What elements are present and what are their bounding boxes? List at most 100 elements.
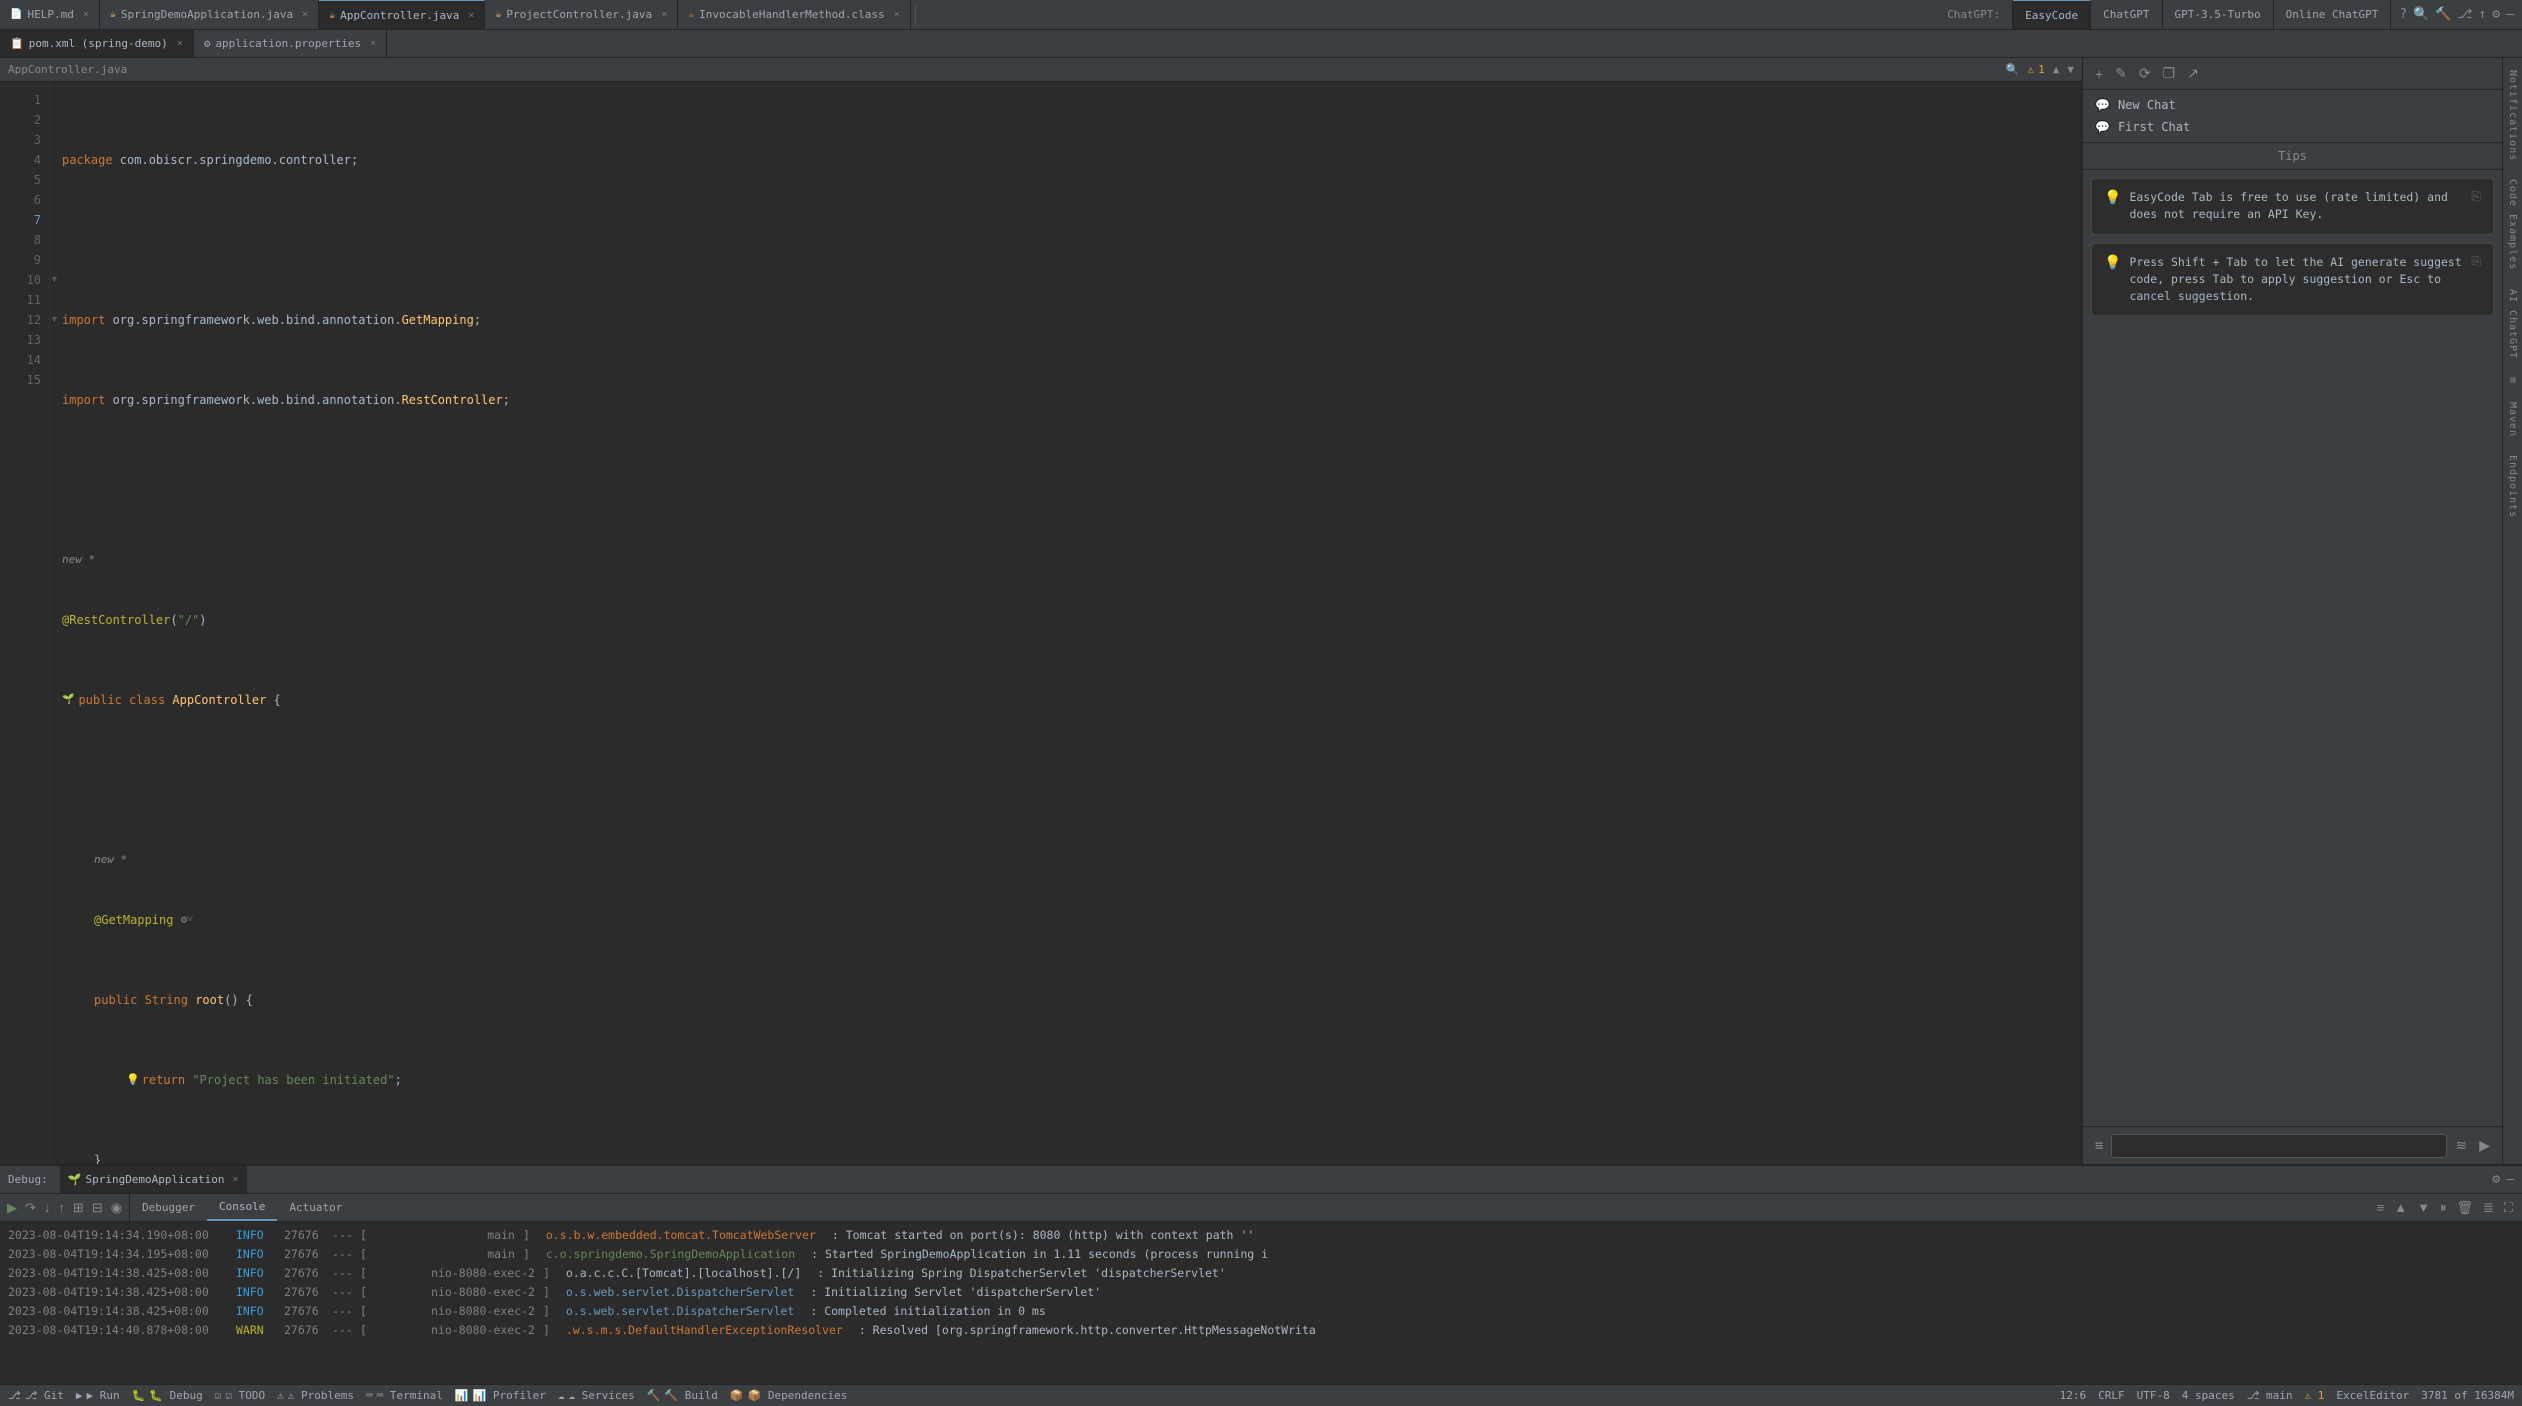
debug-close-panel-icon[interactable]: — [2506,1172,2514,1187]
status-problems[interactable]: ⚠ ⚠ Problems [277,1389,354,1402]
settings-icon[interactable]: ⚙ [2492,7,2500,22]
debug-close-btn[interactable]: × [233,1174,239,1185]
search-in-file-icon[interactable]: 🔍 [2006,63,2020,76]
status-git[interactable]: ⎇ ⎇ Git [8,1389,64,1402]
sidebar-code-examples[interactable]: Code Examples [2505,171,2520,278]
console-scroll-down[interactable]: ▼ [2414,1198,2433,1217]
tab2-app-props[interactable]: ⚙ application.properties × [194,30,387,57]
panel-tab-debugger[interactable]: Debugger [130,1194,207,1221]
navigate-up-icon[interactable]: ▲ [2053,63,2060,76]
tab-spring-demo-app[interactable]: ☕ SpringDemoApplication.java × [100,0,319,29]
console-settings[interactable]: ≣ [2480,1198,2497,1218]
tab-close-appcontroller[interactable]: × [468,10,474,21]
debug-step-over[interactable]: ↷ [22,1198,39,1218]
tab-project-controller[interactable]: ☕ ProjectController.java × [485,0,678,29]
edit-btn[interactable]: ✎ [2111,63,2131,84]
debug-run-btn[interactable]: ▶ [4,1198,20,1218]
upload-icon[interactable]: ↑ [2479,7,2487,22]
fold-icon-12[interactable]: ▼ [52,310,57,330]
status-warning[interactable]: ⚠ 1 [2305,1389,2325,1402]
sidebar-endpoints[interactable]: Endpoints [2505,447,2520,526]
tip-text-1: EasyCode Tab is free to use (rate limite… [2129,189,2463,224]
debug-threads-btn[interactable]: ⊟ [89,1198,106,1218]
tab2-close-props[interactable]: × [370,38,376,49]
tab-close-project[interactable]: × [661,9,667,20]
status-indent[interactable]: 4 spaces [2182,1389,2235,1402]
sidebar-notifications[interactable]: Notifications [2505,62,2520,169]
tab2-pom-xml[interactable]: 📋 pom.xml (spring-demo) × [0,30,194,57]
status-profiler[interactable]: 📊 📊 Profiler [455,1389,546,1402]
warning-indicator[interactable]: ⚠ 1 [2028,63,2045,76]
debug-step-out[interactable]: ↑ [55,1198,68,1217]
chat-tab-chatgpt[interactable]: ChatGPT [2091,0,2162,29]
code-editor[interactable]: 1 2 3 4 5 6 7 8 9 10 ▼ 11 12 [0,82,2082,1164]
tab-close-invocable[interactable]: × [894,9,900,20]
sidebar-m[interactable]: m [2505,369,2520,392]
status-todo[interactable]: ☑ ☑ TODO [215,1389,265,1402]
minimize-icon[interactable]: — [2506,7,2514,22]
panel-tab-console[interactable]: Console [207,1194,277,1221]
new-chat-menu-item[interactable]: 💬 New Chat [2083,94,2502,116]
panel-tab-actuator[interactable]: Actuator [277,1194,354,1221]
debug-app-tab[interactable]: 🌱 SpringDemoApplication × [60,1166,247,1193]
chat-tab-online[interactable]: Online ChatGPT [2274,0,2392,29]
search-icon[interactable]: 🔍 [2413,7,2429,22]
question-icon[interactable]: ? [2399,7,2407,22]
status-terminal[interactable]: ⌨ ⌨ Terminal [366,1389,443,1402]
tip-copy-2[interactable]: ⎘ [2471,254,2481,269]
status-position[interactable]: 12:6 [2060,1389,2087,1402]
status-debug[interactable]: 🐛 🐛 Debug [132,1389,203,1402]
tab-close-help[interactable]: × [83,9,89,20]
filter-icon[interactable]: ≡ [2091,1134,2107,1158]
new-chat-plus-btn[interactable]: + [2091,64,2107,84]
debug-label: Debug: [8,1173,48,1186]
console-pause[interactable]: ⏸ [2437,1198,2450,1218]
console-clear[interactable]: 🗑 [2453,1198,2476,1218]
status-dependencies[interactable]: 📦 📦 Dependencies [730,1389,848,1402]
tab-help-md[interactable]: 📄 HELP.md × [0,0,100,29]
status-build[interactable]: 🔨 🔨 Build [647,1389,718,1402]
copy-btn[interactable]: ❐ [2159,63,2180,84]
tip-copy-1[interactable]: ⎘ [2471,189,2481,204]
log-thread-5: nio-8080-exec-2 [375,1302,535,1321]
log-sep-5: --- [332,1302,352,1321]
lightbulb-icon[interactable]: 💡 [126,1070,140,1090]
export-btn[interactable]: ↗ [2183,63,2203,84]
debug-frames-btn[interactable]: ⊞ [70,1198,87,1218]
tab2-close-pom[interactable]: × [177,38,183,49]
debug-step-into[interactable]: ↓ [41,1198,54,1217]
chat-send-btn[interactable]: ▶ [2475,1133,2494,1158]
debug-settings-icon[interactable]: ⚙ [2492,1172,2500,1187]
tab-app-controller[interactable]: ☕ AppController.java × [319,0,485,29]
status-services[interactable]: ☁ ☁ Services [558,1389,635,1402]
log-sep-2: --- [332,1245,352,1264]
log-sep-6: --- [332,1321,352,1340]
tab-close-spring[interactable]: × [302,9,308,20]
console-scroll-up[interactable]: ▲ [2391,1198,2410,1217]
get-mapping-gear[interactable]: ⚙ [181,910,188,930]
debug-breakpoints-btn[interactable]: ◉ [108,1198,125,1218]
chat-tab-easycode[interactable]: EasyCode [2013,0,2091,29]
github-icon[interactable]: ⎇ [2458,7,2473,22]
status-file-editor[interactable]: ExcelEditor [2336,1389,2409,1402]
status-run[interactable]: ▶ ▶ Run [76,1389,120,1402]
sidebar-ai-chatgpt[interactable]: AI ChatGPT [2505,281,2520,367]
sidebar-maven[interactable]: Maven [2505,394,2520,445]
tab-invocable-handler[interactable]: ☕ InvocableHandlerMethod.class × [678,0,911,29]
first-chat-menu-item[interactable]: 💬 First Chat [2083,116,2502,138]
code-content[interactable]: package com.obiscr.springdemo.controller… [50,82,2082,1164]
build-icon[interactable]: 🔨 [2435,7,2451,22]
status-branch[interactable]: ⎇ main [2247,1389,2293,1402]
console-output[interactable]: 2023-08-04T19:14:34.190+08:00 INFO 27676… [0,1222,2522,1384]
chat-tab-gpt35[interactable]: GPT-3.5-Turbo [2163,0,2274,29]
console-filter-btn[interactable]: ≡ [2374,1198,2388,1217]
chat-input[interactable] [2111,1134,2447,1158]
status-line-sep[interactable]: CRLF [2098,1389,2125,1402]
chat-filter-options-btn[interactable]: ≋ [2451,1133,2471,1158]
log-time-2: 2023-08-04T19:14:34.195+08:00 [8,1245,228,1264]
refresh-btn[interactable]: ⟳ [2135,63,2155,84]
navigate-down-icon[interactable]: ▼ [2067,63,2074,76]
status-encoding[interactable]: UTF-8 [2137,1389,2170,1402]
console-maximize[interactable]: ⛶ [2501,1198,2516,1218]
fold-icon-10[interactable]: ▼ [52,270,57,290]
